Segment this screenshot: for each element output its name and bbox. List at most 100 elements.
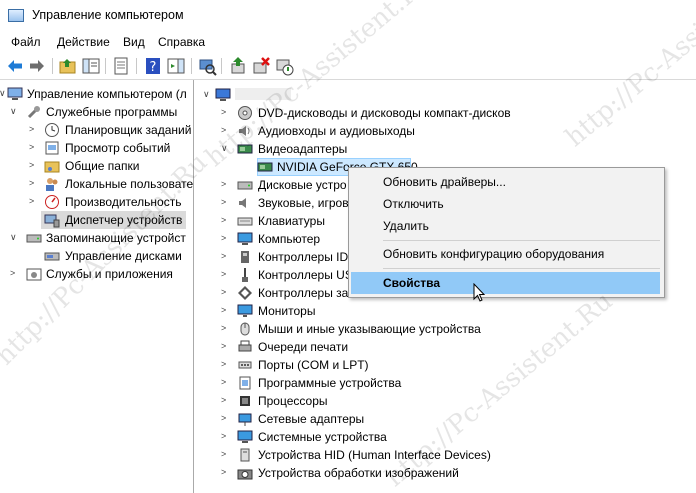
tree-item-local-users[interactable]: > Локальные пользовате (0, 175, 193, 193)
device-label: Видеоадаптеры (258, 142, 348, 156)
device-category[interactable]: > Программные устройства (197, 374, 696, 392)
menu-action[interactable]: Действие (57, 35, 110, 49)
software-device-icon (237, 375, 253, 391)
chevron-right-icon[interactable]: > (221, 432, 230, 441)
chevron-right-icon[interactable]: > (29, 143, 38, 152)
device-category[interactable]: > Устройства HID (Human Interface Devices… (197, 446, 696, 464)
chevron-right-icon[interactable]: > (29, 161, 38, 170)
users-icon (44, 176, 60, 192)
chevron-right-icon[interactable]: > (29, 197, 38, 206)
device-category[interactable]: > Процессоры (197, 392, 696, 410)
printer-icon (237, 339, 253, 355)
device-label: Устройства HID (Human Interface Devices) (258, 448, 491, 462)
chevron-right-icon[interactable]: > (221, 198, 230, 207)
usb-icon (237, 267, 253, 283)
chevron-down-icon[interactable]: ∨ (10, 233, 19, 242)
context-menu: Обновить драйверы... Отключить Удалить О… (348, 167, 665, 298)
ide-controller-icon (237, 249, 253, 265)
chevron-right-icon[interactable]: > (221, 450, 230, 459)
menu-view[interactable]: Вид (123, 35, 145, 49)
forward-icon[interactable] (27, 56, 47, 76)
chevron-right-icon[interactable]: > (221, 270, 230, 279)
chevron-right-icon[interactable]: > (221, 324, 230, 333)
update-driver-icon[interactable] (228, 56, 248, 76)
keyboard-icon (237, 213, 253, 229)
device-category[interactable]: > Очереди печати (197, 338, 696, 356)
show-tree-icon[interactable] (81, 56, 101, 76)
device-category[interactable]: > Мыши и иные указывающие устройства (197, 320, 696, 338)
tree-item-task-scheduler[interactable]: > Планировщик заданий (0, 121, 193, 139)
tree-item-performance[interactable]: > Производительность (0, 193, 193, 211)
chevron-down-icon[interactable]: ∨ (10, 107, 19, 116)
device-category[interactable]: > Порты (COM и LPT) (197, 356, 696, 374)
device-category[interactable]: > Системные устройства (197, 428, 696, 446)
tree-item-services-apps[interactable]: > Службы и приложения (0, 265, 193, 283)
tree-item-event-viewer[interactable]: > Просмотр событий (0, 139, 193, 157)
device-category[interactable]: > Устройства обработки изображений (197, 464, 696, 482)
action-pane-icon[interactable] (166, 56, 186, 76)
device-category[interactable]: > DVD-дисководы и дисководы компакт-диско… (197, 104, 696, 122)
computer-management-icon (7, 86, 23, 102)
chevron-right-icon[interactable]: > (221, 396, 230, 405)
chevron-right-icon[interactable]: > (221, 234, 230, 243)
menu-separator (383, 240, 660, 241)
up-folder-icon[interactable] (58, 56, 78, 76)
device-tree-root[interactable]: ∨ (197, 86, 696, 104)
menu-help[interactable]: Справка (158, 35, 205, 49)
computer-icon (237, 231, 253, 247)
chevron-right-icon[interactable]: > (221, 414, 230, 423)
shared-folder-icon (44, 158, 60, 174)
tree-item-disk-management[interactable]: Управление дисками (0, 247, 193, 265)
uninstall-device-icon[interactable] (251, 56, 271, 76)
tree-item-storage[interactable]: ∨ Запоминающие устройст (0, 229, 193, 247)
tree-item-device-manager[interactable]: Диспетчер устройств (41, 211, 186, 229)
hid-icon (237, 447, 253, 463)
performance-icon (44, 194, 60, 210)
dvd-icon (237, 105, 253, 121)
system-device-icon (237, 429, 253, 445)
chevron-right-icon[interactable]: > (221, 378, 230, 387)
menu-disable[interactable]: Отключить (351, 193, 660, 215)
chevron-right-icon[interactable]: > (221, 252, 230, 261)
menu-scan-hardware[interactable]: Обновить конфигурацию оборудования (351, 243, 660, 265)
chevron-down-icon[interactable]: ∨ (203, 90, 212, 99)
device-category[interactable]: > Сетевые адаптеры (197, 410, 696, 428)
menu-uninstall[interactable]: Удалить (351, 215, 660, 237)
back-icon[interactable] (5, 56, 25, 76)
enable-device-icon[interactable] (274, 56, 294, 76)
menu-file[interactable]: Файл (11, 35, 41, 49)
device-category[interactable]: > Мониторы (197, 302, 696, 320)
chevron-right-icon[interactable]: > (221, 126, 230, 135)
device-label: Контроллеры за (258, 286, 349, 300)
menu-update-drivers[interactable]: Обновить драйверы... (351, 171, 660, 193)
chevron-right-icon[interactable]: > (29, 125, 38, 134)
menu-properties[interactable]: Свойства (351, 272, 660, 294)
device-scan-icon[interactable] (197, 56, 217, 76)
services-icon (26, 266, 42, 282)
chevron-right-icon[interactable]: > (221, 216, 230, 225)
navigation-tree: ∨ Управление компьютером (л ∨ Служебные … (0, 80, 194, 493)
help-icon[interactable]: ? (143, 56, 163, 76)
tree-item-system-tools[interactable]: ∨ Служебные программы (0, 103, 193, 121)
device-label: Дисковые устро (258, 178, 347, 192)
chevron-right-icon[interactable]: > (221, 108, 230, 117)
device-category[interactable]: > Аудиовходы и аудиовыходы (197, 122, 696, 140)
chevron-right-icon[interactable]: > (221, 360, 230, 369)
tree-item-computer-management[interactable]: ∨ Управление компьютером (л (0, 85, 193, 103)
camera-icon (237, 465, 253, 481)
toolbar: ? (0, 52, 696, 80)
chevron-right-icon[interactable]: > (221, 468, 230, 477)
properties-page-icon[interactable] (111, 56, 131, 76)
chevron-right-icon[interactable]: > (221, 306, 230, 315)
chevron-right-icon[interactable]: > (221, 342, 230, 351)
mouse-cursor-icon (473, 283, 486, 302)
menu-bar: Файл Действие Вид Справка (0, 32, 696, 52)
chevron-right-icon[interactable]: > (29, 179, 38, 188)
tree-item-label: Производительность (65, 195, 182, 209)
chevron-right-icon[interactable]: > (221, 288, 230, 297)
device-category[interactable]: ∨ Видеоадаптеры (197, 140, 696, 158)
chevron-right-icon[interactable]: > (10, 269, 19, 278)
chevron-right-icon[interactable]: > (221, 180, 230, 189)
tree-item-shared-folders[interactable]: > Общие папки (0, 157, 193, 175)
chevron-down-icon[interactable]: ∨ (221, 144, 230, 153)
